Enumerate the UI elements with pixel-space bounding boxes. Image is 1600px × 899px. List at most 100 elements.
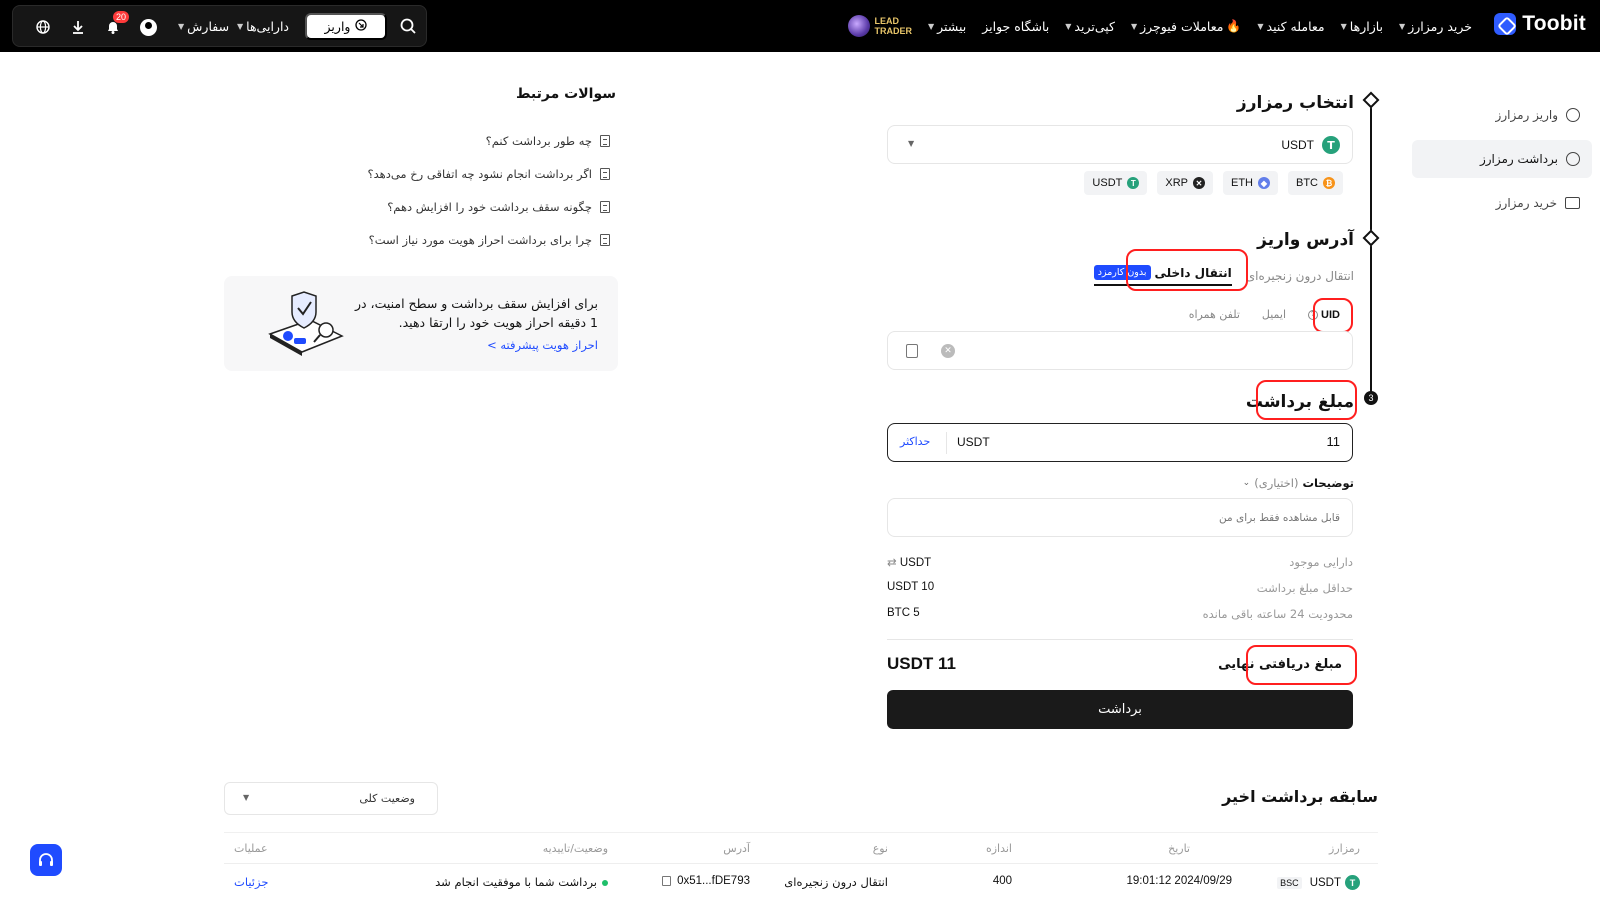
lead-trader-badge-icon — [848, 15, 871, 37]
uid-input[interactable]: ✕ — [887, 331, 1353, 370]
toobit-logo-icon — [1494, 13, 1517, 35]
brand-logo[interactable]: Toobit — [1494, 12, 1586, 36]
coin-label: BTC — [1296, 177, 1318, 189]
menu-label: معاملات فیوچرز — [1140, 18, 1224, 34]
menu-futures[interactable]: 🔥 معاملات فیوچرز ▼ — [1131, 19, 1241, 34]
coin-select[interactable]: USDT T ▼ — [887, 125, 1353, 164]
available-balance-row: دارایی موجود ⇄ USDT — [887, 555, 1353, 569]
brand-name: Toobit — [1522, 12, 1586, 35]
quick-coin-eth[interactable]: ETH ◆ — [1223, 171, 1278, 195]
quick-coin-btc[interactable]: BTC ₿ — [1288, 171, 1343, 195]
min-label: حداقل مبلغ برداشت — [1256, 581, 1353, 595]
faq-item[interactable]: اگر برداشت انجام نشود چه اتفاقی رخ می‌ده… — [368, 167, 610, 181]
menu-trade[interactable]: معامله کنید ▼ — [1257, 19, 1324, 34]
min-value: USDT 10 — [887, 581, 935, 593]
advanced-kyc-link[interactable]: احراز هویت پیشرفته > — [487, 338, 598, 352]
lead-trader-text: LEAD TRADER — [874, 16, 912, 36]
field-divider — [946, 432, 947, 454]
available-value-text: USDT — [899, 557, 932, 569]
faq-item-label: چگونه سقف برداشت خود را افزایش دهم؟ — [387, 200, 592, 214]
quick-coin-usdt[interactable]: USDT T — [1084, 171, 1148, 195]
menu-buy-crypto[interactable]: خرید رمزارز ▼ — [1399, 19, 1472, 34]
lead-trader-link[interactable]: LEAD TRADER — [848, 15, 912, 37]
menu-rewards-club[interactable]: باشگاه جوایز — [982, 19, 1049, 34]
available-label: دارایی موجود — [1289, 555, 1353, 569]
caret-down-icon: ▼ — [1399, 21, 1406, 31]
menu-label: معامله کنید — [1266, 18, 1325, 34]
btc-coin-icon: ₿ — [1323, 177, 1335, 189]
orders-label: سفارش — [187, 19, 230, 34]
swap-icon[interactable]: ⇄ — [887, 557, 900, 569]
subtab-email[interactable]: ایمیل — [1262, 308, 1286, 321]
menu-more[interactable]: بیشتر ▼ — [928, 19, 966, 34]
amount-input[interactable]: 11 USDT حداکثر — [887, 423, 1353, 462]
limit-label: محدودیت 24 ساعته باقی مانده — [1202, 607, 1353, 621]
menu-label: خرید رمزارز — [1408, 18, 1472, 34]
column-header-amount: اندازه — [985, 842, 1012, 855]
tab-onchain-transfer[interactable]: انتقال درون زنجیره‌ای — [1246, 269, 1354, 283]
coin-label: ETH — [1231, 177, 1253, 189]
search-icon[interactable] — [398, 16, 418, 36]
lead-line-2: TRADER — [874, 26, 912, 36]
menu-markets[interactable]: بازارها ▼ — [1341, 19, 1383, 34]
sidebar-item-withdraw-crypto[interactable]: برداشت رمزارز — [1412, 140, 1592, 178]
notes-input-field[interactable] — [888, 512, 1340, 524]
top-nav: Toobit خرید رمزارز ▼ بازارها ▼ معامله کنید… — [0, 0, 1600, 52]
document-icon — [600, 135, 610, 147]
caret-down-icon: ▼ — [237, 22, 244, 31]
row-coin: BSC USDT T — [1277, 875, 1360, 890]
document-icon — [600, 234, 610, 246]
amount-unit: USDT — [957, 435, 990, 449]
quick-coin-xrp[interactable]: XRP ✕ — [1157, 171, 1213, 195]
step-3-number: 3 — [1364, 391, 1378, 405]
daily-limit-row: محدودیت 24 ساعته باقی مانده BTC 5 — [887, 607, 1353, 621]
highlight-internal-tab — [1126, 249, 1248, 291]
withdraw-submit-button[interactable]: برداشت — [887, 690, 1353, 729]
user-avatar-icon[interactable] — [138, 17, 158, 37]
copy-icon[interactable] — [662, 875, 672, 886]
main-menu: خرید رمزارز ▼ بازارها ▼ معامله کنید ▼ 🔥 معام… — [848, 0, 1472, 52]
faq-item[interactable]: چگونه سقف برداشت خود را افزایش دهم؟ — [387, 200, 610, 214]
deposit-button[interactable]: واریز — [305, 13, 387, 40]
faq-item[interactable]: چه طور برداشت کنم؟ — [486, 134, 610, 148]
caret-down-icon: ▼ — [1065, 21, 1072, 31]
assets-menu[interactable]: دارایی‌ها ▼ — [237, 19, 289, 34]
card-icon — [1565, 197, 1580, 209]
highlight-amount-title — [1256, 380, 1357, 420]
sidebar-item-deposit-crypto[interactable]: واریز رمزارز — [1412, 96, 1592, 134]
min-withdraw-row: حداقل مبلغ برداشت USDT 10 — [887, 581, 1353, 595]
caret-down-icon: ▼ — [908, 139, 915, 148]
orders-menu[interactable]: سفارش ▼ — [178, 19, 229, 34]
user-toolbar: واریز دارایی‌ها ▼ سفارش ▼ 20 — [12, 5, 427, 47]
caret-down-icon: ▼ — [178, 22, 185, 31]
subtab-phone[interactable]: تلفن همراه — [1189, 308, 1240, 321]
faq-item[interactable]: چرا برای برداشت احراز هویت مورد نیاز است… — [369, 233, 610, 247]
row-status: برداشت شما با موفقیت انجام شد — [435, 875, 608, 889]
status-success-dot-icon — [602, 879, 608, 886]
history-table-header: رمزارز تاریخ اندازه نوع آدرس وضعیت/تایید… — [224, 832, 1378, 864]
globe-icon[interactable] — [33, 17, 53, 37]
fire-icon: 🔥 — [1226, 19, 1242, 33]
coin-label: XRP — [1165, 177, 1188, 189]
bell-icon[interactable]: 20 — [103, 11, 130, 37]
address-book-icon[interactable] — [906, 344, 918, 358]
status-filter-select[interactable]: وضعیت کلی ▼ — [224, 782, 438, 815]
notes-toggle[interactable]: توضیحات (اختیاری) ⌄ — [1243, 476, 1354, 490]
sidebar-item-label: خرید رمزارز — [1495, 196, 1557, 210]
menu-label: بیشتر — [937, 18, 967, 34]
menu-label: بازارها — [1349, 18, 1384, 34]
sidebar-item-label: واریز رمزارز — [1495, 108, 1558, 122]
max-amount-button[interactable]: حداکثر — [900, 435, 930, 448]
menu-copy-trade[interactable]: کپی‌ترید ▼ — [1065, 19, 1115, 34]
deposit-label: واریز — [324, 20, 351, 34]
sidebar-item-buy-crypto[interactable]: خرید رمزارز — [1412, 184, 1592, 222]
support-chat-button[interactable] — [30, 844, 62, 876]
kyc-shield-illustration-icon — [268, 291, 344, 356]
sidebar: واریز رمزارز برداشت رمزارز خرید رمزارز — [1412, 96, 1592, 228]
notes-input[interactable] — [887, 498, 1353, 537]
clear-icon[interactable]: ✕ — [941, 344, 955, 358]
download-icon[interactable] — [68, 17, 88, 37]
notification-count-badge: 20 — [113, 11, 130, 23]
row-details-link[interactable]: جزئیات — [234, 875, 268, 889]
chevron-down-icon: ⌄ — [1242, 478, 1251, 488]
